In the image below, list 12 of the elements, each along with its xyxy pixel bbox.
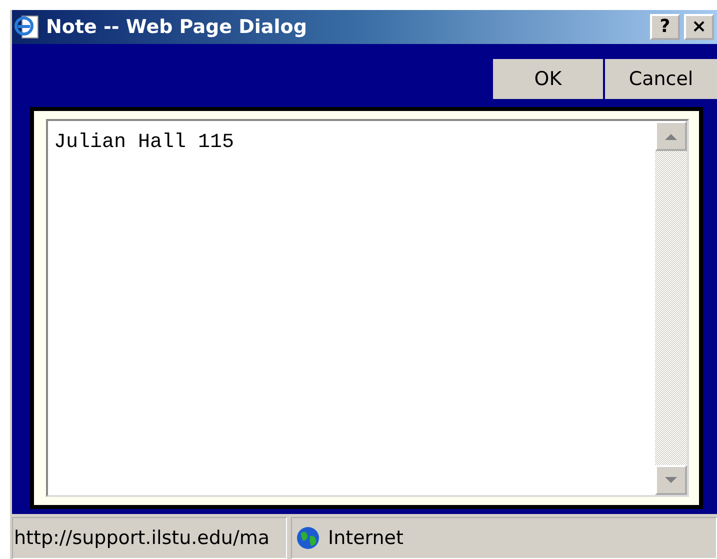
- cancel-button[interactable]: Cancel: [605, 59, 717, 99]
- status-url: http://support.ilstu.edu/ma: [12, 517, 287, 559]
- globe-icon: [296, 526, 320, 550]
- window-title: Note -- Web Page Dialog: [46, 16, 308, 38]
- close-button[interactable]: ×: [684, 14, 714, 40]
- scrollbar[interactable]: [655, 121, 687, 495]
- security-zone: Internet: [328, 527, 404, 549]
- help-button[interactable]: ?: [650, 14, 680, 40]
- note-field[interactable]: Julian Hall 115: [46, 119, 689, 497]
- scroll-up-icon[interactable]: [655, 121, 687, 151]
- ok-button[interactable]: OK: [493, 59, 603, 99]
- scroll-down-icon[interactable]: [655, 465, 687, 495]
